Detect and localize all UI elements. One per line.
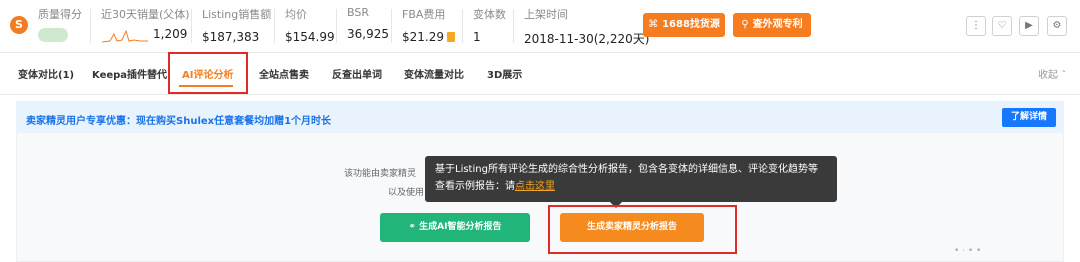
quality-score-stat: 质量得分 — [38, 6, 82, 22]
listed-date-stat: 上架时间 2018-11-30(2,220天) — [524, 6, 649, 47]
collapse-label: 收起 — [1038, 70, 1058, 81]
divider — [336, 9, 337, 43]
bsr-label: BSR — [347, 6, 369, 19]
variants-stat: 变体数 1 — [473, 6, 506, 44]
handshake-icon: ⌘ — [648, 19, 659, 30]
sales-30d-value-wrap: x 1,209 — [153, 6, 187, 41]
fba-fee-value: $21.29 — [402, 30, 444, 44]
tab-reverse-keywords[interactable]: 反查出单词 — [332, 66, 382, 81]
promo-text: 卖家精灵用户专享优惠：现在购买Shulex任意套餐均加赠1个月时长 — [26, 116, 332, 127]
bsr-value: 36,925 — [347, 27, 389, 41]
product-stats-bar: S 质量得分 近30天销量(父体) x 1,209 Listing销售额 $18… — [0, 0, 1080, 52]
watermark-dots: • · • • — [954, 246, 982, 256]
stamp-icon: ⚲ — [741, 19, 749, 30]
settings-gear-icon[interactable]: ⚙ — [1047, 16, 1067, 36]
collapse-toggle[interactable]: 收起 ˆ — [1038, 66, 1066, 81]
avg-price-stat: 均价 $154.99 — [285, 6, 335, 44]
video-play-icon[interactable]: ▶ — [1019, 16, 1039, 36]
tab-all-sites-sales[interactable]: 全站点售卖 — [259, 66, 309, 81]
brand-logo-icon: S — [10, 16, 28, 34]
divider — [191, 9, 192, 43]
avg-price-label: 均价 — [285, 8, 307, 21]
sales-sparkline — [102, 29, 148, 43]
tab-keepa-alternative[interactable]: Keepa插件替代 — [92, 66, 167, 81]
fba-fee-stat: FBA费用 $21.29 — [402, 6, 455, 44]
feature-intro-line1: 该功能由卖家精灵 — [344, 169, 417, 179]
calculator-icon[interactable] — [447, 32, 455, 42]
tab-variant-traffic[interactable]: 变体流量对比 — [404, 66, 464, 81]
learn-more-button[interactable]: 了解详情 — [1002, 108, 1056, 127]
listed-date-value: 2018-11-30(2,220天) — [524, 32, 650, 46]
variants-label: 变体数 — [473, 8, 506, 21]
sample-report-link[interactable]: 点击这里 — [515, 181, 555, 192]
divider — [0, 94, 1080, 95]
quality-score-badge — [38, 28, 68, 42]
tab-variant-compare[interactable]: 变体对比(1) — [18, 66, 74, 81]
find-source-label: 1688找货源 — [662, 19, 720, 30]
favorite-heart-icon[interactable]: ♡ — [992, 16, 1012, 36]
divider — [0, 52, 1080, 53]
divider — [391, 9, 392, 43]
listing-sales-value: $187,383 — [202, 30, 260, 44]
tooltip-line2-prefix: 查看示例报告：请 — [435, 181, 515, 192]
find-source-1688-button[interactable]: ⌘ 1688找货源 — [643, 13, 725, 37]
variants-value: 1 — [473, 30, 481, 44]
divider — [274, 9, 275, 43]
more-options-icon[interactable]: ⋮ — [966, 16, 986, 36]
bsr-stat: BSR 36,925 — [347, 6, 389, 41]
listing-sales-label: Listing销售额 — [202, 8, 272, 21]
fba-fee-label: FBA费用 — [402, 8, 446, 21]
divider — [90, 9, 91, 43]
patent-search-label: 查外观专利 — [752, 19, 803, 30]
listed-date-label: 上架时间 — [524, 8, 568, 21]
feature-intro-line2: 以及使用 — [388, 188, 425, 198]
generate-ai-report-label: 生成AI智能分析报告 — [419, 222, 502, 232]
divider — [462, 9, 463, 43]
tab-3d-display[interactable]: 3D展示 — [487, 66, 522, 81]
sales-30d-value: 1,209 — [153, 27, 188, 41]
highlight-frame-tab — [168, 52, 248, 94]
avg-price-value: $154.99 — [285, 30, 335, 44]
link-icon: ⚭ — [408, 222, 420, 232]
report-tooltip: 基于Listing所有评论生成的综合性分析报告，包含各变体的详细信息、评论变化趋… — [425, 156, 837, 202]
tooltip-line1: 基于Listing所有评论生成的综合性分析报告，包含各变体的详细信息、评论变化趋… — [435, 164, 818, 175]
patent-search-button[interactable]: ⚲ 查外观专利 — [733, 13, 811, 37]
listing-sales-stat: Listing销售额 $187,383 — [202, 6, 271, 44]
quality-score-label: 质量得分 — [38, 8, 82, 21]
highlight-frame-button — [548, 205, 737, 254]
chevron-up-icon: ˆ — [1061, 70, 1067, 81]
generate-ai-report-button[interactable]: ⚭ 生成AI智能分析报告 — [380, 213, 530, 242]
divider — [513, 9, 514, 43]
